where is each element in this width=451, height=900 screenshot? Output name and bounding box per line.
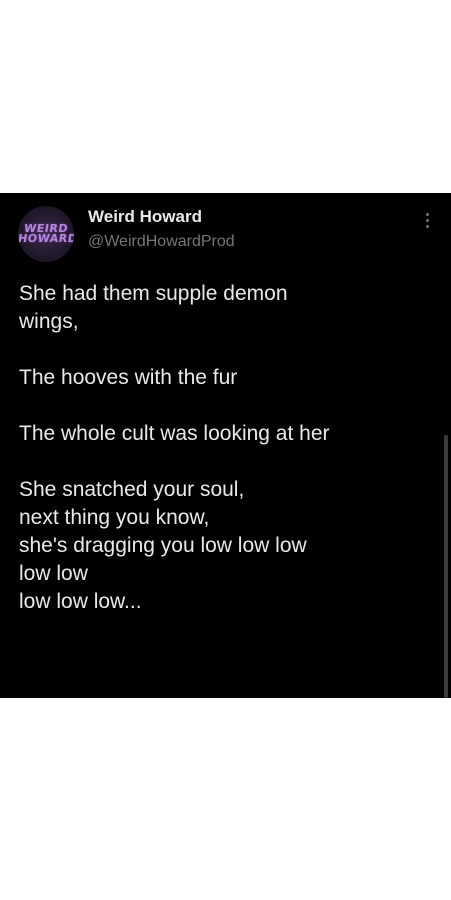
tweet-paragraph: The hooves with the fur <box>19 364 439 392</box>
avatar-logo-line2: HOWARD <box>18 232 74 245</box>
tweet-line: She had them supple demon <box>19 282 288 305</box>
tweet-text: She had them supple demon wings, The hoo… <box>19 280 439 616</box>
scrollbar[interactable] <box>444 435 448 698</box>
avatar[interactable]: WEIRD HOWARD <box>18 206 74 262</box>
tweet-paragraph: She snatched your soul, next thing you k… <box>19 476 439 616</box>
avatar-logo: WEIRD HOWARD <box>18 222 74 245</box>
tweet-line: The whole cult was looking at her <box>19 422 330 445</box>
tweet-line: low low <box>19 562 88 585</box>
tweet-line: she's dragging you low low low <box>19 534 307 557</box>
more-options-vertical-icon[interactable] <box>422 213 432 235</box>
tweet-paragraph: The whole cult was looking at her <box>19 420 439 448</box>
tweet-line: low low low... <box>19 590 142 613</box>
tweet-line: next thing you know, <box>19 506 210 529</box>
tweet-line: The hooves with the fur <box>19 366 238 389</box>
tweet-card[interactable]: WEIRD HOWARD Weird Howard @WeirdHowardPr… <box>0 193 451 698</box>
tweet-line: wings, <box>19 310 79 333</box>
screenshot-page: WEIRD HOWARD Weird Howard @WeirdHowardPr… <box>0 0 451 900</box>
tweet-paragraph: She had them supple demon wings, <box>19 280 439 336</box>
tweet-line: She snatched your soul, <box>19 478 245 501</box>
author-handle[interactable]: @WeirdHowardProd <box>88 233 235 251</box>
author-display-name[interactable]: Weird Howard <box>88 207 202 227</box>
